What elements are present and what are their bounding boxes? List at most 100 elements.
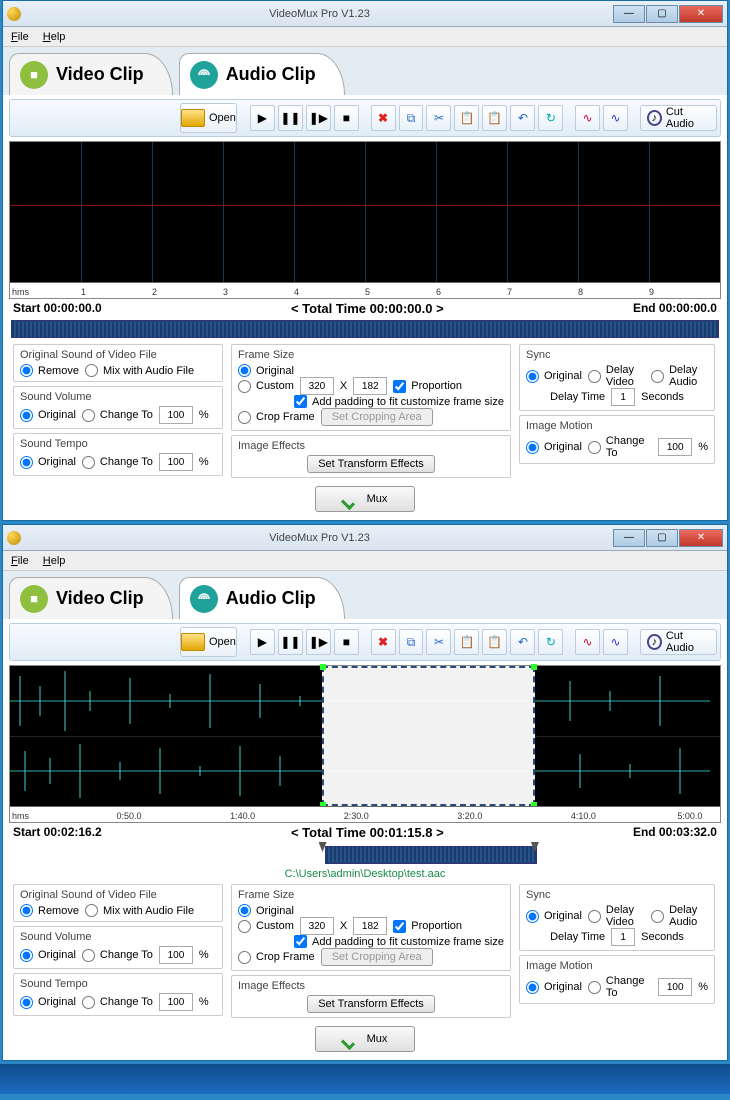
radio-frame-original[interactable]: Original <box>238 364 294 377</box>
frame-width[interactable] <box>300 377 334 395</box>
paste-mix-button[interactable]: 📋 <box>482 629 507 655</box>
radio-mix[interactable]: Mix with Audio File <box>85 904 194 917</box>
radio-motion-original[interactable]: Original <box>526 441 582 454</box>
step-button[interactable]: ❚▶ <box>306 105 331 131</box>
radio-vol-change[interactable]: Change To <box>82 949 153 962</box>
radio-sync-original[interactable]: Original <box>526 910 582 923</box>
radio-delay-audio[interactable]: Delay Audio <box>651 904 708 928</box>
redo-button[interactable]: ↻ <box>538 105 563 131</box>
radio-tempo-original[interactable]: Original <box>20 996 76 1009</box>
radio-delay-audio[interactable]: Delay Audio <box>651 364 708 388</box>
delete-button[interactable]: ✖ <box>371 105 396 131</box>
menu-help[interactable]: Help <box>43 31 66 43</box>
cut-button[interactable]: ✂ <box>426 105 451 131</box>
play-button[interactable]: ▶ <box>250 105 275 131</box>
maximize-button[interactable]: ▢ <box>646 529 678 547</box>
close-button[interactable]: ✕ <box>679 5 723 23</box>
waveform-canvas-loaded[interactable] <box>10 666 720 806</box>
frame-height[interactable] <box>353 917 387 935</box>
paste-mix-button[interactable]: 📋 <box>482 105 507 131</box>
stop-button[interactable]: ■ <box>334 105 359 131</box>
stop-button[interactable]: ■ <box>334 629 359 655</box>
radio-motion-change[interactable]: Change To <box>588 975 652 999</box>
cut-audio-button[interactable]: ♪ Cut Audio <box>640 629 717 655</box>
radio-vol-change[interactable]: Change To <box>82 409 153 422</box>
titlebar[interactable]: VideoMux Pro V1.23 — ▢ ✕ <box>3 525 727 551</box>
radio-sync-original[interactable]: Original <box>526 370 582 383</box>
radio-frame-original[interactable]: Original <box>238 904 294 917</box>
open-button[interactable]: Open <box>180 103 237 133</box>
radio-tempo-change[interactable]: Change To <box>82 996 153 1009</box>
menu-file[interactable]: File <box>11 555 29 567</box>
chk-padding[interactable]: Add padding to fit customize frame size <box>294 935 504 948</box>
tab-audio[interactable]: Audio Clip <box>179 577 345 619</box>
waveform-area[interactable]: hms 1 2 3 4 5 6 7 8 9 <box>9 141 721 299</box>
radio-mix[interactable]: Mix with Audio File <box>85 364 194 377</box>
minimize-button[interactable]: — <box>613 5 645 23</box>
mux-button[interactable]: Mux <box>315 1026 415 1052</box>
paste-button[interactable]: 📋 <box>454 105 479 131</box>
radio-crop-frame[interactable]: Crop Frame <box>238 411 315 424</box>
chk-proportion[interactable]: Proportion <box>393 380 462 393</box>
tempo-value[interactable] <box>159 453 193 471</box>
radio-motion-original[interactable]: Original <box>526 981 582 994</box>
delay-time[interactable] <box>611 388 635 406</box>
radio-remove[interactable]: Remove <box>20 904 79 917</box>
close-button[interactable]: ✕ <box>679 529 723 547</box>
copy-button[interactable]: ⧉ <box>399 105 424 131</box>
wave-blue-button[interactable]: ∿ <box>603 105 628 131</box>
radio-delay-video[interactable]: Delay Video <box>588 904 645 928</box>
radio-delay-video[interactable]: Delay Video <box>588 364 645 388</box>
taskbar[interactable] <box>0 1064 730 1094</box>
chk-proportion[interactable]: Proportion <box>393 920 462 933</box>
redo-button[interactable]: ↻ <box>538 629 563 655</box>
chk-padding[interactable]: Add padding to fit customize frame size <box>294 395 504 408</box>
tempo-value[interactable] <box>159 993 193 1011</box>
transform-effects-button[interactable]: Set Transform Effects <box>307 995 435 1013</box>
waveform-canvas-empty[interactable] <box>10 142 720 282</box>
radio-tempo-original[interactable]: Original <box>20 456 76 469</box>
radio-remove[interactable]: Remove <box>20 364 79 377</box>
radio-frame-custom[interactable]: Custom <box>238 920 294 933</box>
mux-button[interactable]: Mux <box>315 486 415 512</box>
delete-button[interactable]: ✖ <box>371 629 396 655</box>
open-button[interactable]: Open <box>180 627 237 657</box>
radio-vol-original[interactable]: Original <box>20 409 76 422</box>
vol-value[interactable] <box>159 406 193 424</box>
tab-audio[interactable]: Audio Clip <box>179 53 345 95</box>
titlebar[interactable]: VideoMux Pro V1.23 — ▢ ✕ <box>3 1 727 27</box>
wave-red-button[interactable]: ∿ <box>575 629 600 655</box>
pause-button[interactable]: ❚❚ <box>278 105 303 131</box>
minimize-button[interactable]: — <box>613 529 645 547</box>
frame-width[interactable] <box>300 917 334 935</box>
wave-red-button[interactable]: ∿ <box>575 105 600 131</box>
play-button[interactable]: ▶ <box>250 629 275 655</box>
radio-crop-frame[interactable]: Crop Frame <box>238 951 315 964</box>
menu-file[interactable]: File <box>11 31 29 43</box>
delay-time[interactable] <box>611 928 635 946</box>
selection-bar[interactable] <box>325 846 537 864</box>
menu-help[interactable]: Help <box>43 555 66 567</box>
set-cropping-button[interactable]: Set Cropping Area <box>321 408 433 426</box>
radio-vol-original[interactable]: Original <box>20 949 76 962</box>
frame-height[interactable] <box>353 377 387 395</box>
set-cropping-button[interactable]: Set Cropping Area <box>321 948 433 966</box>
selection-region[interactable] <box>322 666 535 806</box>
cut-button[interactable]: ✂ <box>426 629 451 655</box>
step-button[interactable]: ❚▶ <box>306 629 331 655</box>
undo-button[interactable]: ↶ <box>510 629 535 655</box>
radio-frame-custom[interactable]: Custom <box>238 380 294 393</box>
motion-value[interactable] <box>658 438 692 456</box>
tab-video[interactable]: ■ Video Clip <box>9 577 173 619</box>
wave-blue-button[interactable]: ∿ <box>603 629 628 655</box>
radio-tempo-change[interactable]: Change To <box>82 456 153 469</box>
selection-bar[interactable] <box>11 320 719 338</box>
radio-motion-change[interactable]: Change To <box>588 435 652 459</box>
cut-audio-button[interactable]: ♪ Cut Audio <box>640 105 717 131</box>
undo-button[interactable]: ↶ <box>510 105 535 131</box>
waveform-area[interactable]: hms 0:50.0 1:40.0 2:30.0 3:20.0 4:10.0 5… <box>9 665 721 823</box>
maximize-button[interactable]: ▢ <box>646 5 678 23</box>
motion-value[interactable] <box>658 978 692 996</box>
pause-button[interactable]: ❚❚ <box>278 629 303 655</box>
transform-effects-button[interactable]: Set Transform Effects <box>307 455 435 473</box>
